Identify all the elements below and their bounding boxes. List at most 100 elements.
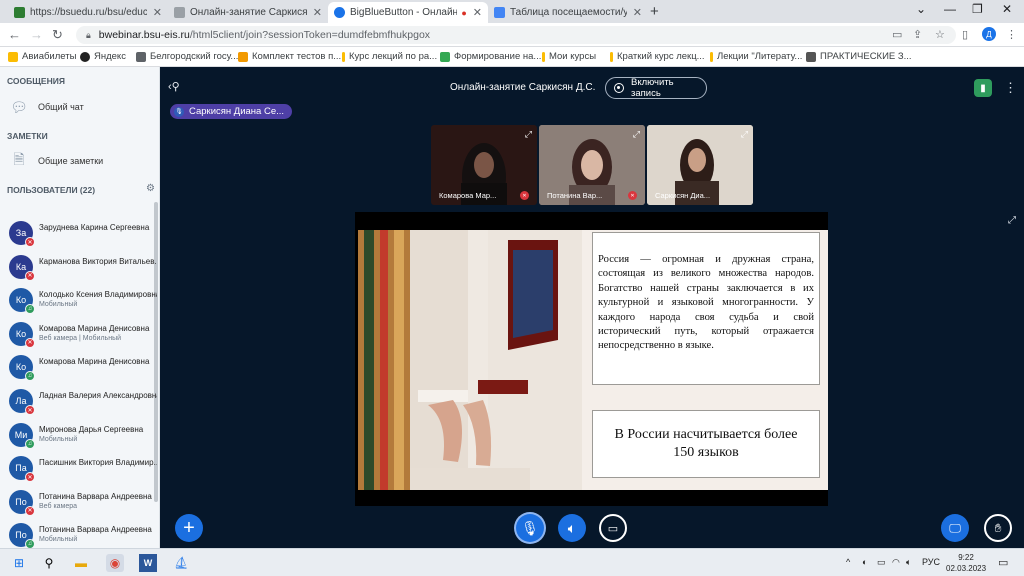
user-name: Заруднева Карина Сергеевна [39, 223, 150, 232]
clock[interactable]: 9:22 02.03.2023 [946, 552, 986, 574]
presenter-name: Саркисян Диана Се... [189, 106, 285, 117]
minimize-icon[interactable]: — [944, 2, 956, 16]
yandex-icon [80, 51, 90, 62]
word-icon[interactable]: W [139, 554, 157, 572]
muted-mic-icon: ✕ [25, 505, 35, 516]
user-name: Карманова Виктория Витальев... [39, 256, 157, 266]
wifi-icon[interactable]: ◠ [892, 557, 900, 568]
gear-icon[interactable]: ⚙ [146, 183, 155, 194]
fullscreen-icon[interactable]: ⤢ [633, 129, 640, 140]
raise-hand-button[interactable]: ✋︎ [984, 514, 1012, 542]
tab-title: https://bsuedu.ru/bsu/education [30, 7, 147, 18]
tab-attendance-table[interactable]: Таблица посещаемости/успева ✕ [488, 2, 648, 23]
bookmark-item[interactable]: Яндекс [80, 51, 126, 62]
bookmark-icon [342, 51, 345, 62]
video-tile[interactable]: ⤢ Потанина Вар... ✕ [539, 125, 645, 205]
record-button[interactable]: Включить запись [605, 77, 707, 99]
bookmark-item[interactable]: Авиабилеты [8, 51, 76, 62]
user-status: Мобильный [39, 536, 78, 544]
record-icon [614, 83, 624, 93]
bookmark-star-icon[interactable]: ☆ [935, 28, 945, 41]
user-list-item[interactable]: По ♫ Потанина Варвара Андреевна Мобильный [9, 521, 157, 548]
tray-app-icon[interactable]: ◐ [862, 557, 867, 567]
actions-button[interactable]: + [175, 514, 203, 542]
close-icon[interactable]: ✕ [307, 6, 322, 19]
bookmark-item[interactable]: ПРАКТИЧЕСКИЕ З... [806, 51, 912, 62]
notes-icon: 🗎︎ [13, 151, 25, 167]
close-icon[interactable]: ✕ [467, 6, 482, 19]
notifications-icon[interactable]: ▭ [998, 556, 1008, 569]
close-icon[interactable]: ✕ [627, 6, 642, 19]
audio-button[interactable]: 🔈︎ [558, 514, 586, 542]
sidebar-icon[interactable]: ▯ [962, 28, 968, 41]
share-icon[interactable]: ⇪ [913, 28, 922, 41]
bookmark-icon [440, 51, 450, 62]
muted-mic-icon: ✕ [520, 191, 529, 200]
muted-mic-icon: ✕ [628, 191, 637, 200]
options-menu-icon[interactable]: ⋮ [1004, 80, 1017, 96]
search-icon[interactable]: ⚲ [40, 554, 58, 572]
reload-icon[interactable]: ↻ [52, 27, 63, 43]
menu-icon[interactable]: ⋮ [1006, 28, 1017, 41]
user-status: Мобильный [39, 435, 78, 443]
tab-search-icon[interactable]: ⌄ [916, 2, 926, 16]
file-explorer-icon[interactable]: ▬ [72, 554, 90, 572]
user-list-item[interactable]: Ла ✕ Ладная Валерия Александровна [9, 387, 157, 420]
bookmark-item[interactable]: Краткий курс лекц... [610, 51, 705, 62]
language-indicator[interactable]: РУС [922, 557, 940, 567]
listen-only-icon: ♫ [25, 304, 35, 315]
user-list-item[interactable]: Ми ♫ Миронова Дарья Сергеевна Мобильный [9, 421, 157, 454]
close-window-icon[interactable]: ✕ [1002, 2, 1012, 16]
camera-permission-icon[interactable]: ▭ [892, 28, 902, 41]
microphone-button[interactable]: 🎙︎ [516, 514, 544, 542]
close-icon[interactable]: ✕ [147, 6, 162, 19]
bookmark-item[interactable]: Комплект тестов п... [238, 51, 341, 62]
fullscreen-icon[interactable]: ⤢ [741, 129, 748, 140]
user-list-item[interactable]: Ка ✕ Карманова Виктория Витальев... [9, 253, 157, 286]
video-tile[interactable]: ⤢ Комарова Мар... ✕ [431, 125, 537, 205]
user-list-item[interactable]: Ко ✕ Комарова Марина Денисовна Веб камера |… [9, 320, 157, 353]
chrome-icon[interactable]: ◉ [106, 554, 124, 572]
user-list-item[interactable]: За ✕ Заруднева Карина Сергеевна [9, 219, 157, 252]
messages-title: СООБЩЕНИЯ [7, 76, 65, 86]
user-list-item[interactable]: Ко ♫ Колодько Ксения Владимировна Мобильный [9, 286, 157, 319]
bookmark-item[interactable]: Курс лекций по ра... [342, 51, 437, 62]
fullscreen-icon[interactable]: ⤢ [525, 129, 532, 140]
user-list-item[interactable]: Ко ♫ Комарова Марина Денисовна [9, 353, 157, 386]
forward-icon[interactable]: → [30, 27, 43, 42]
app-icon[interactable]: ⛵︎ [172, 554, 190, 572]
bookmark-item[interactable]: Белгородский госу... [136, 51, 238, 62]
volume-icon[interactable]: 🔈︎ [906, 557, 911, 568]
toggle-userlist-icon[interactable]: ‹⚲ [168, 80, 180, 93]
tab-title: BigBlueButton - Онлайн-зан [350, 7, 458, 18]
bookmarks-bar: Авиабилеты Яндекс Белгородский госу... К… [0, 47, 1024, 67]
back-icon[interactable]: ← [8, 27, 21, 42]
tab-bigbluebutton[interactable]: BigBlueButton - Онлайн-зан ● ✕ [328, 2, 488, 23]
record-label: Включить запись [631, 77, 674, 99]
video-tile[interactable]: ⤢ Саркисян Диа... [647, 125, 753, 205]
restore-icon[interactable]: ❐ [972, 2, 983, 16]
slide-paragraph: Россия — огромная и дружная страна, сост… [592, 232, 820, 385]
new-tab-icon[interactable]: + [650, 3, 659, 20]
tray-arrow-icon[interactable]: ^ [846, 557, 850, 567]
windows-start-icon[interactable]: ⊞ [10, 554, 28, 572]
bookmark-item[interactable]: Мои курсы [542, 51, 596, 62]
public-chat-item[interactable]: 💬︎ Общий чат [10, 99, 84, 115]
user-list-item[interactable]: Па ✕ Пасишник Виктория Владимир... [9, 454, 157, 487]
tab-bsuedu[interactable]: https://bsuedu.ru/bsu/education ✕ [8, 2, 168, 23]
profile-avatar[interactable]: Д [982, 27, 996, 41]
user-status: Веб камера [39, 502, 78, 510]
url-bar[interactable]: 🔒︎ bwebinar.bsu-eis.ru /html5client/join… [76, 26, 956, 44]
talking-indicator[interactable]: 🎙︎ Саркисян Диана Се... [170, 104, 293, 119]
camera-button[interactable]: ▭ [599, 514, 627, 542]
tab-online-lesson[interactable]: Онлайн-занятие Саркисян Д.С. ✕ [168, 2, 328, 23]
bookmark-item[interactable]: Лекции "Литерату... [710, 51, 802, 62]
bookmark-item[interactable]: Формирование на... [440, 51, 541, 62]
connection-status-icon[interactable]: ▮ [974, 79, 992, 97]
fullscreen-presentation-icon[interactable]: ⤢ [1008, 215, 1016, 226]
user-list-item[interactable]: По ✕ Потанина Варвара Андреевна Веб камера [9, 488, 157, 521]
bookmark-icon [238, 51, 248, 62]
screenshare-button[interactable]: 🖵︎ [941, 514, 969, 542]
shared-notes-item[interactable]: 🗎︎ Общие заметки [10, 151, 103, 169]
tray-app-icon[interactable]: ▭ [877, 557, 886, 568]
